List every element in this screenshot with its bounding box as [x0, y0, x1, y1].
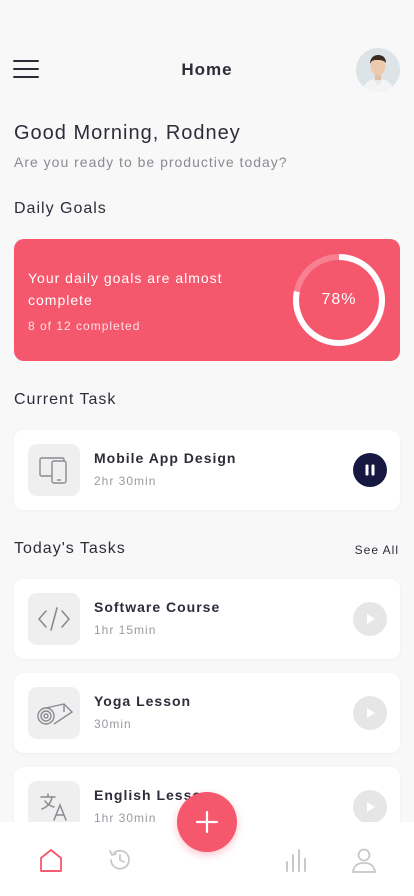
page-title: Home [181, 60, 233, 79]
home-icon[interactable] [37, 846, 65, 874]
daily-goals-card[interactable]: Your daily goals are almost complete 8 o… [14, 239, 400, 361]
pause-icon [365, 464, 375, 476]
task-name: Software Course [94, 599, 221, 615]
add-task-button[interactable] [177, 792, 237, 852]
goal-progress-text: 8 of 12 completed [28, 319, 141, 333]
task-duration: 2hr 30min [94, 474, 157, 488]
tablet-icon [28, 444, 80, 496]
play-button[interactable] [353, 790, 387, 824]
see-all-link[interactable]: See All [355, 543, 399, 557]
yoga-mat-icon [28, 687, 80, 739]
play-icon [367, 708, 375, 718]
profile-icon[interactable] [350, 846, 378, 874]
pause-button[interactable] [353, 453, 387, 487]
task-duration: 30min [94, 717, 132, 731]
stats-icon[interactable] [282, 846, 310, 874]
play-icon [367, 614, 375, 624]
current-task-card[interactable]: Mobile App Design 2hr 30min [14, 430, 400, 510]
task-name: Yoga Lesson [94, 693, 192, 709]
daily-goals-title: Daily Goals [14, 200, 107, 217]
task-duration: 1hr 15min [94, 623, 157, 637]
task-name: Mobile App Design [94, 450, 237, 466]
todays-tasks-title: Today's Tasks [14, 540, 126, 557]
play-button[interactable] [353, 602, 387, 636]
goal-message: Your daily goals are almost complete [28, 270, 223, 308]
history-icon[interactable] [106, 846, 134, 874]
play-button[interactable] [353, 696, 387, 730]
goal-percent-label: 78% [321, 291, 357, 308]
task-item-yoga-lesson[interactable]: Yoga Lesson 30min [14, 673, 400, 753]
greeting-title: Good Morning, Rodney [14, 122, 241, 144]
current-task-title: Current Task [14, 391, 117, 408]
greeting-subtitle: Are you ready to be productive today? [14, 154, 288, 170]
plus-icon [195, 810, 219, 834]
task-item-software-course[interactable]: Software Course 1hr 15min [14, 579, 400, 659]
code-icon [28, 593, 80, 645]
app-header: Home [0, 44, 414, 96]
avatar[interactable] [356, 48, 400, 92]
play-icon [367, 802, 375, 812]
